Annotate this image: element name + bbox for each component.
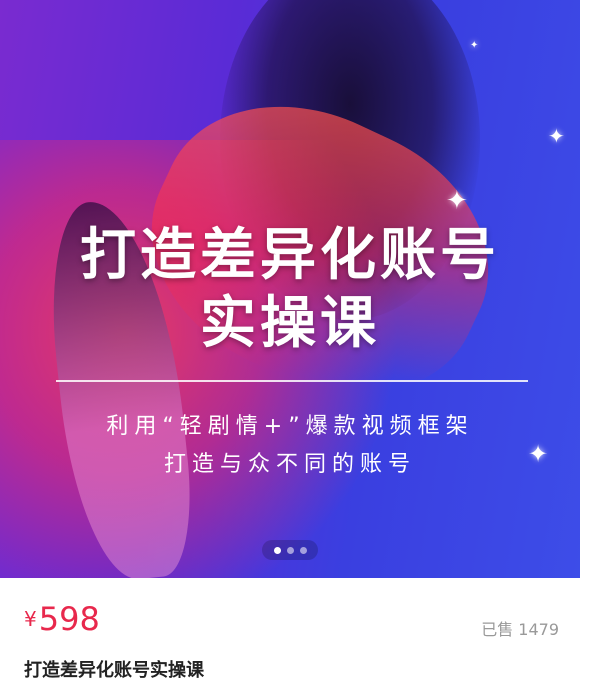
product-page: ✦ ✦ ✦ ✦ 打造差异化账号 实操课 利用“轻剧情+”爆款视频框架 打造与众不… xyxy=(0,0,589,686)
banner-divider xyxy=(56,380,528,382)
carousel-indicator xyxy=(262,540,318,560)
banner-title-line-2: 实操课 xyxy=(200,291,380,356)
price-amount: 598 xyxy=(38,600,100,638)
product-banner-carousel[interactable]: ✦ ✦ ✦ ✦ 打造差异化账号 实操课 利用“轻剧情+”爆款视频框架 打造与众不… xyxy=(0,0,580,578)
banner-subtitle-line-1: 利用“轻剧情+”爆款视频框架 xyxy=(106,414,474,439)
product-price: ¥598 xyxy=(24,600,100,638)
product-title: 打造差异化账号实操课 xyxy=(24,660,204,681)
carousel-dot-1[interactable] xyxy=(273,546,281,554)
banner-subtitle-line-2: 打造与众不同的账号 xyxy=(163,452,416,477)
sold-count: 已售 1479 xyxy=(481,620,559,639)
carousel-dot-2[interactable] xyxy=(286,546,294,554)
sparkle-icon: ✦ xyxy=(548,124,565,148)
sparkle-icon: ✦ xyxy=(470,40,479,51)
carousel-dot-3[interactable] xyxy=(299,546,307,554)
sparkle-icon: ✦ xyxy=(446,186,468,216)
banner-title-line-1: 打造差异化账号 xyxy=(80,223,500,288)
price-currency: ¥ xyxy=(24,607,37,631)
